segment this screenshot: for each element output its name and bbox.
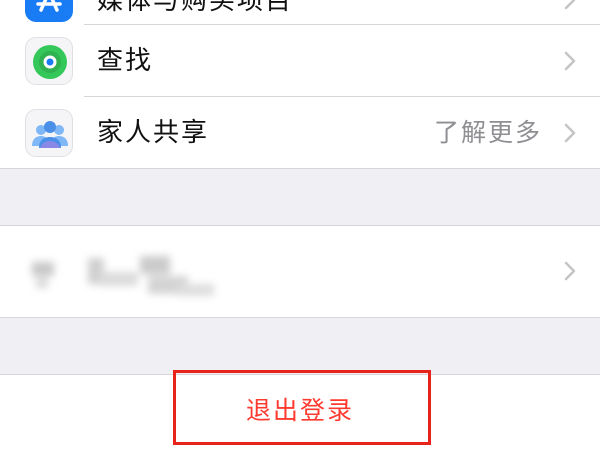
blurred-device-name xyxy=(28,248,218,300)
chevron-right-icon xyxy=(564,123,576,143)
settings-row-find-my[interactable]: 查找 xyxy=(0,25,600,96)
find-my-icon xyxy=(25,37,73,85)
settings-row-label: 媒体与购买项目 xyxy=(97,0,294,16)
chevron-right-icon xyxy=(564,0,576,10)
settings-row-label: 查找 xyxy=(97,46,154,76)
settings-row-detail: 了解更多 xyxy=(433,118,542,147)
app-store-icon xyxy=(25,0,73,22)
device-group xyxy=(0,225,600,318)
chevron-right-icon xyxy=(564,261,576,281)
settings-row-media-purchases[interactable]: 媒体与购买项目 xyxy=(0,0,600,24)
highlight-annotation-box xyxy=(173,370,431,445)
family-sharing-icon xyxy=(25,109,73,157)
chevron-right-icon xyxy=(564,51,576,71)
settings-group: 媒体与购买项目 查找 家人共享 了解更多 xyxy=(0,0,600,169)
settings-row-family-sharing[interactable]: 家人共享 了解更多 xyxy=(0,97,600,168)
settings-row-label: 家人共享 xyxy=(97,118,210,148)
settings-row-device[interactable] xyxy=(0,226,600,317)
